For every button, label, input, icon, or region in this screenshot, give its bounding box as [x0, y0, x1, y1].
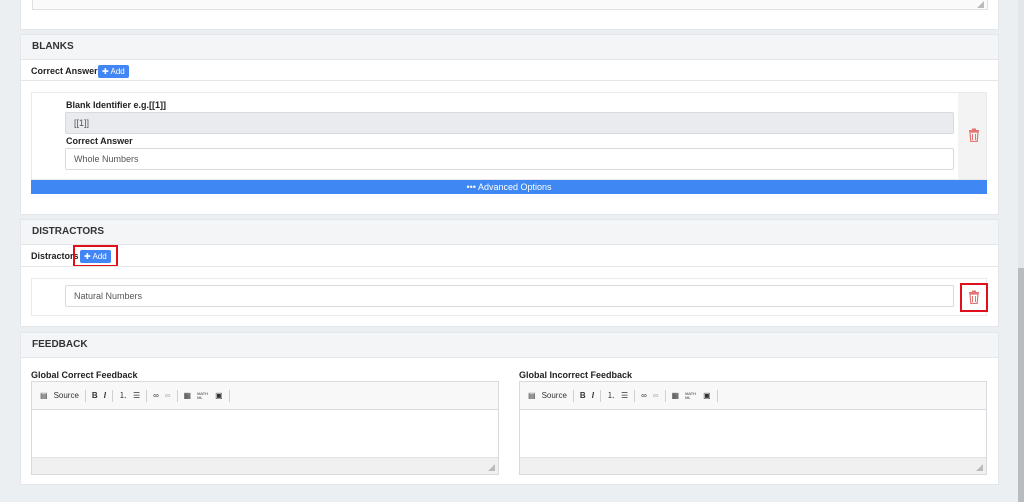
mathml-button[interactable]: MATH ML [197, 391, 209, 400]
highlight-add-distractor [73, 245, 118, 267]
correct-answer-input[interactable]: Whole Numbers [65, 148, 954, 170]
toolbar-separator [84, 389, 86, 402]
blanks-title: BLANKS [32, 41, 74, 52]
resize-handle-icon[interactable] [488, 464, 495, 471]
toolbar-separator [111, 389, 113, 402]
top-textarea[interactable] [32, 0, 988, 10]
blank-identifier-label: Blank Identifier e.g.[[1]] [66, 100, 167, 110]
resize-handle-icon[interactable] [977, 1, 984, 8]
trash-icon[interactable] [967, 128, 981, 142]
correct-answer-label: Correct Answer [31, 66, 98, 76]
source-button[interactable]: Source [542, 391, 567, 400]
toolbar-separator [146, 389, 148, 402]
toolbar-separator [634, 389, 636, 402]
numbered-list-icon[interactable]: ⒈ [607, 390, 615, 401]
top-card [20, 0, 999, 30]
source-button[interactable]: Source [54, 391, 79, 400]
editor-footer [32, 457, 498, 474]
toolbar-separator [664, 389, 666, 402]
bold-button[interactable]: B [580, 391, 586, 400]
incorrect-feedback-editor: ▤ Source B I ⒈ ☰ ∞ ∞ ▦ MATH ML ▣ [519, 381, 987, 475]
feedback-section-header: FEEDBACK [20, 332, 999, 358]
italic-button[interactable]: I [592, 391, 594, 400]
distractors-title: DISTRACTORS [32, 226, 105, 237]
correct-feedback-editor: ▤ Source B I ⒈ ☰ ∞ ∞ ▦ MATH ML ▣ [31, 381, 499, 475]
unlink-icon[interactable]: ∞ [653, 391, 659, 400]
scrollbar-thumb[interactable] [1018, 268, 1024, 502]
toolbar-separator [176, 389, 178, 402]
unlink-icon[interactable]: ∞ [165, 391, 171, 400]
divider [21, 266, 998, 267]
blanks-section-header: BLANKS [20, 34, 999, 60]
editor-toolbar: ▤ Source B I ⒈ ☰ ∞ ∞ ▦ MATH ML ▣ [520, 382, 986, 410]
distractors-label: Distractors [31, 251, 79, 261]
image-icon[interactable]: ▣ [215, 391, 223, 400]
bulleted-list-icon[interactable]: ☰ [621, 391, 628, 400]
toolbar-separator [716, 389, 718, 402]
add-correct-answer-button[interactable]: ✚ Add [98, 65, 129, 78]
answer-label: Correct Answer [66, 136, 133, 146]
divider [21, 80, 998, 81]
toolbar-separator [599, 389, 601, 402]
toolbar-separator [228, 389, 230, 402]
link-icon[interactable]: ∞ [153, 391, 159, 400]
italic-button[interactable]: I [104, 391, 106, 400]
highlight-delete-distractor [960, 283, 988, 312]
resize-handle-icon[interactable] [976, 464, 983, 471]
toolbar-separator [572, 389, 574, 402]
table-icon[interactable]: ▦ [672, 391, 680, 400]
global-correct-feedback-label: Global Correct Feedback [31, 370, 138, 380]
numbered-list-icon[interactable]: ⒈ [119, 390, 127, 401]
distractor-input[interactable]: Natural Numbers [65, 285, 954, 307]
editor-footer [520, 457, 986, 474]
editor-toolbar: ▤ Source B I ⒈ ☰ ∞ ∞ ▦ MATH ML ▣ [32, 382, 498, 410]
advanced-options-bar[interactable]: ••• Advanced Options [31, 180, 987, 194]
bulleted-list-icon[interactable]: ☰ [133, 391, 140, 400]
table-icon[interactable]: ▦ [184, 391, 192, 400]
scrollbar-track[interactable] [1018, 0, 1024, 502]
feedback-title: FEEDBACK [32, 339, 88, 350]
source-icon[interactable]: ▤ [40, 391, 48, 400]
global-incorrect-feedback-label: Global Incorrect Feedback [519, 370, 633, 380]
source-icon[interactable]: ▤ [528, 391, 536, 400]
mathml-button[interactable]: MATH ML [685, 391, 697, 400]
bold-button[interactable]: B [92, 391, 98, 400]
distractors-section-header: DISTRACTORS [20, 219, 999, 245]
blank-identifier-input[interactable]: [[1]] [65, 112, 954, 134]
image-icon[interactable]: ▣ [703, 391, 711, 400]
link-icon[interactable]: ∞ [641, 391, 647, 400]
